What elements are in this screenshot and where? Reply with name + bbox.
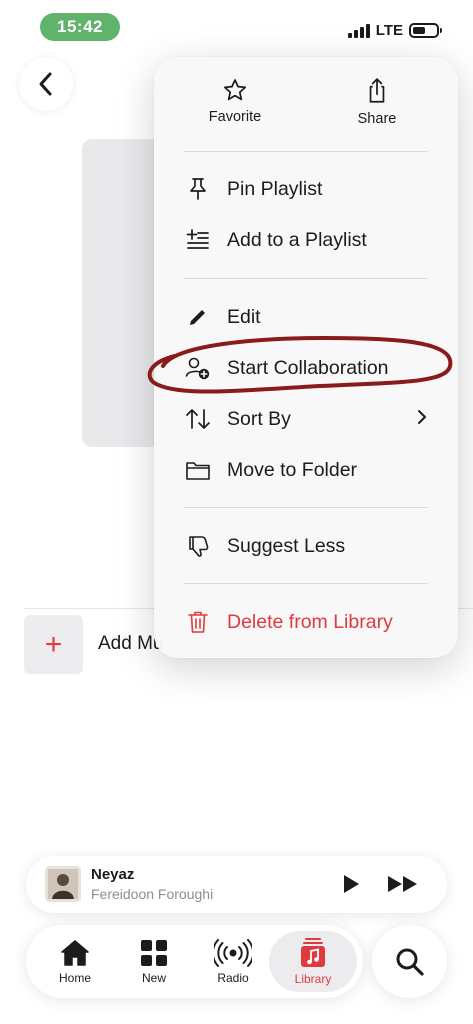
add-music-button[interactable]: + [24,615,83,674]
plus-icon: + [44,627,63,661]
chevron-right-icon [416,408,428,431]
tab-library[interactable]: Library [269,931,357,992]
tab-label: Library [294,971,332,986]
menu-item-label: Start Collaboration [227,356,389,379]
home-icon [61,939,89,966]
pencil-icon [184,303,212,331]
menu-item-label: Move to Folder [227,458,358,481]
menu-item-label: Delete from Library [227,610,393,633]
menu-separator [184,278,428,279]
share-label: Share [357,111,397,127]
cellular-signal-icon [347,23,370,38]
tab-home[interactable]: Home [36,931,114,992]
status-time: 15:42 [40,13,120,41]
back-button[interactable] [19,57,73,111]
context-menu: Favorite Share Pin Playlist Add to a Pla… [154,57,458,658]
menu-item-label: Add to a Playlist [227,228,367,251]
menu-separator [184,507,428,508]
now-playing-bar[interactable]: Neyaz Fereidoon Foroughi [26,856,447,913]
add-to-playlist-icon [184,226,212,254]
now-playing-artist: Fereidoon Foroughi [91,886,214,902]
trash-icon [184,608,212,636]
now-playing-artwork [45,866,81,902]
tab-label: Radio [217,970,249,985]
tab-bar: Home New Radio Library [26,925,363,998]
menu-item-start-collaboration[interactable]: Start Collaboration [184,346,428,390]
radio-icon [214,938,252,967]
menu-item-label: Suggest Less [227,534,346,557]
tab-label: Home [58,970,91,985]
favorite-label: Favorite [208,109,262,125]
menu-item-label: Pin Playlist [227,177,323,200]
tab-label: New [141,970,166,985]
favorite-button[interactable]: Favorite [180,77,290,125]
grid-icon [141,939,167,966]
search-icon [396,948,424,976]
status-indicators: LTE [347,22,442,39]
sort-arrows-icon [184,405,212,433]
menu-item-delete-from-library[interactable]: Delete from Library [184,600,428,644]
menu-top-actions: Favorite Share [154,57,458,151]
menu-item-suggest-less[interactable]: Suggest Less [184,524,428,568]
now-playing-title: Neyaz [91,866,135,883]
network-type: LTE [375,22,403,39]
menu-item-pin-playlist[interactable]: Pin Playlist [184,167,428,211]
menu-item-add-to-playlist[interactable]: Add to a Playlist [184,218,428,262]
search-button[interactable] [372,925,447,998]
thumbs-down-icon [184,532,212,560]
add-person-icon [184,354,212,382]
menu-separator [184,583,428,584]
tab-radio[interactable]: Radio [194,931,272,992]
star-icon [223,79,247,101]
menu-item-label: Sort By [227,407,291,430]
folder-icon [184,456,212,484]
menu-separator [184,151,428,152]
menu-item-edit[interactable]: Edit [184,295,428,339]
pin-icon [184,175,212,203]
menu-item-sort-by[interactable]: Sort By [184,397,428,441]
tab-new[interactable]: New [115,931,193,992]
play-icon [344,875,359,893]
fast-forward-icon [388,876,417,892]
next-track-button[interactable] [386,873,420,895]
menu-item-move-to-folder[interactable]: Move to Folder [184,448,428,492]
share-button[interactable]: Share [322,77,432,127]
battery-icon [409,23,442,38]
menu-item-label: Edit [227,305,261,328]
play-button[interactable] [340,873,362,895]
chevron-left-icon [39,72,52,96]
music-note-icon [301,937,325,967]
share-icon [369,78,385,103]
